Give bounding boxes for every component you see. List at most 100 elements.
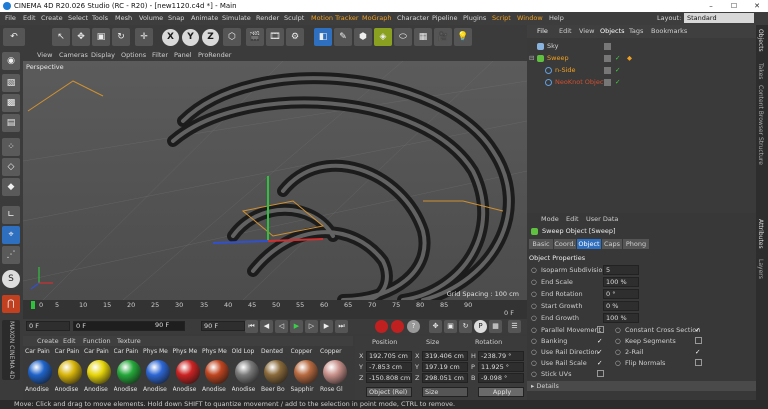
sidetab-layers[interactable]: Layers	[757, 259, 764, 279]
edges-mode-button[interactable]: ◇	[2, 158, 20, 176]
material-menu-texture[interactable]: Texture	[117, 336, 141, 346]
move-tool-button[interactable]: ✥	[72, 28, 90, 46]
use-rail-direction-checkbox[interactable]: ✓	[597, 347, 602, 357]
flip-normals-checkbox[interactable]	[695, 359, 702, 366]
scale-key-button[interactable]: ▣	[444, 320, 457, 333]
texture-mode-button[interactable]: ▩	[2, 94, 20, 112]
objmgr-menu-file[interactable]: File	[537, 25, 548, 38]
light-button[interactable]: 💡	[454, 28, 472, 46]
viewport-menu-panel[interactable]: Panel	[174, 50, 192, 61]
sidetab-content-browser[interactable]: Content Browser	[757, 85, 764, 135]
menu-plugins[interactable]: Plugins	[463, 12, 486, 25]
objmgr-menu-view[interactable]: View	[579, 25, 594, 38]
menu-volume[interactable]: Volume	[139, 12, 163, 25]
banking-checkbox[interactable]: ✓	[597, 336, 602, 346]
material-menu-create[interactable]: Create	[37, 336, 59, 346]
keyframe-selection-button[interactable]: ?	[407, 320, 420, 333]
material-swatch[interactable]: Phys Me Anodise	[173, 348, 204, 398]
object-row-sweep[interactable]: ⊟ Sweep ✓ ◆	[527, 53, 756, 64]
sidetab-attributes[interactable]: Attributes	[757, 219, 764, 249]
menu-mesh[interactable]: Mesh	[115, 12, 132, 25]
attr-menu-user-data[interactable]: User Data	[586, 215, 618, 223]
coord-mode-dropdown[interactable]: Object (Rel)	[366, 387, 412, 397]
material-swatch[interactable]: Car Pain Anodise	[114, 348, 145, 398]
next-frame-button[interactable]: ▷	[305, 320, 318, 333]
undo-button[interactable]: ↶	[3, 28, 25, 46]
viewport-menu-options[interactable]: Options	[121, 50, 146, 61]
3d-viewport[interactable]: Perspective Grid Spacing : 100 cm	[23, 61, 527, 300]
objmgr-menu-tags[interactable]: Tags	[629, 25, 643, 38]
material-menu-edit[interactable]: Edit	[63, 336, 76, 346]
play-button[interactable]: ▶	[290, 320, 303, 333]
autokey-button[interactable]	[391, 320, 404, 333]
menu-sculpt[interactable]: Sculpt	[284, 12, 304, 25]
menu-create[interactable]: Create	[41, 12, 63, 25]
use-rail-scale-checkbox[interactable]: ✓	[597, 358, 602, 368]
coord-size-mode-dropdown[interactable]: Size	[422, 387, 468, 397]
constant-cross-section-checkbox[interactable]: ✓	[695, 325, 700, 335]
x-axis-lock-button[interactable]: X	[162, 29, 179, 46]
prop-radio-icon[interactable]: ○	[531, 289, 537, 299]
object-row-sky[interactable]: Sky	[527, 41, 756, 52]
attr-menu-edit[interactable]: Edit	[566, 215, 579, 223]
viewport-menu-prorender[interactable]: ProRender	[198, 50, 231, 61]
material-swatch[interactable]: Old Lop Anodise	[232, 348, 263, 398]
generator-button[interactable]: ◈	[374, 28, 392, 46]
rot-p-field[interactable]: 11.925 °	[478, 362, 524, 372]
objmgr-menu-objects[interactable]: Objects	[600, 25, 625, 38]
render-settings-button[interactable]: ⚙	[286, 28, 304, 46]
layout-dropdown[interactable]: Standard	[684, 13, 754, 23]
render-picture-viewer-button[interactable]: 🎞	[266, 28, 284, 46]
parameter-key-button[interactable]: P	[474, 320, 487, 333]
deformer-button[interactable]: ⬭	[394, 28, 412, 46]
snap-button[interactable]: ⋰	[2, 246, 20, 264]
timeline-playhead[interactable]	[31, 301, 35, 309]
material-swatch[interactable]: Copper Sapphir	[291, 348, 322, 398]
objmgr-menu-edit[interactable]: Edit	[559, 25, 572, 38]
timeline-menu-button[interactable]: ☰	[508, 320, 521, 333]
prop-radio-icon[interactable]: ○	[615, 358, 621, 368]
attr-tab-phong[interactable]: Phong	[623, 239, 649, 249]
size-y-field[interactable]: 197.19 cm	[422, 362, 468, 372]
material-swatch[interactable]: Dented Beer Bo	[261, 348, 292, 398]
prop-radio-icon[interactable]: ○	[531, 277, 537, 287]
minimize-button[interactable]: –	[700, 0, 722, 12]
material-swatch[interactable]: Car Pain Anodise	[84, 348, 115, 398]
close-button[interactable]: ✕	[746, 0, 768, 12]
end-rotation-field[interactable]: 0 °	[603, 289, 639, 299]
prop-radio-icon[interactable]: ○	[615, 347, 621, 357]
expand-icon[interactable]: ⊟	[529, 53, 534, 64]
enabled-check-icon[interactable]: ✓	[615, 65, 620, 76]
attr-tab-object[interactable]: Object	[577, 239, 601, 249]
z-axis-lock-button[interactable]: Z	[202, 29, 219, 46]
prev-frame-button[interactable]: ◁	[275, 320, 288, 333]
y-axis-lock-button[interactable]: Y	[182, 29, 199, 46]
transform-tool-button[interactable]: ✛	[135, 28, 153, 46]
maximize-button[interactable]: ☐	[723, 0, 745, 12]
visibility-toggle[interactable]	[604, 67, 611, 74]
prop-radio-icon[interactable]: ○	[531, 358, 537, 368]
objmgr-menu-bookmarks[interactable]: Bookmarks	[651, 25, 687, 38]
pos-y-field[interactable]: -7.853 cm	[366, 362, 412, 372]
prop-radio-icon[interactable]: ○	[531, 325, 537, 335]
prop-radio-icon[interactable]: ○	[615, 336, 621, 346]
camera-button[interactable]: 🎥	[434, 28, 452, 46]
details-section-toggle[interactable]: ▸ Details	[527, 381, 756, 391]
enabled-check-icon[interactable]: ✓	[615, 77, 620, 88]
attr-menu-mode[interactable]: Mode	[541, 215, 559, 223]
material-menu-function[interactable]: Function	[83, 336, 111, 346]
menu-render[interactable]: Render	[256, 12, 279, 25]
sidetab-structure[interactable]: Structure	[757, 137, 764, 165]
goto-end-button[interactable]: ⏭	[335, 320, 348, 333]
points-mode-button[interactable]: ⁘	[2, 138, 20, 156]
material-swatch[interactable]: Phys Me Anodise	[202, 348, 233, 398]
viewport-menu-filter[interactable]: Filter	[152, 50, 168, 61]
prop-radio-icon[interactable]: ○	[531, 369, 537, 379]
polygons-mode-button[interactable]: ◆	[2, 178, 20, 196]
timeline-ruler[interactable]: 0 5 10 15 20 25 30 35 40 45 50 55 60 65 …	[23, 300, 528, 319]
next-key-button[interactable]: ▶	[320, 320, 333, 333]
cube-object-button[interactable]: ◧	[314, 28, 332, 46]
prev-key-button[interactable]: ◀	[260, 320, 273, 333]
menu-pipeline[interactable]: Pipeline	[432, 12, 457, 25]
attr-tab-caps[interactable]: Caps	[602, 239, 622, 249]
